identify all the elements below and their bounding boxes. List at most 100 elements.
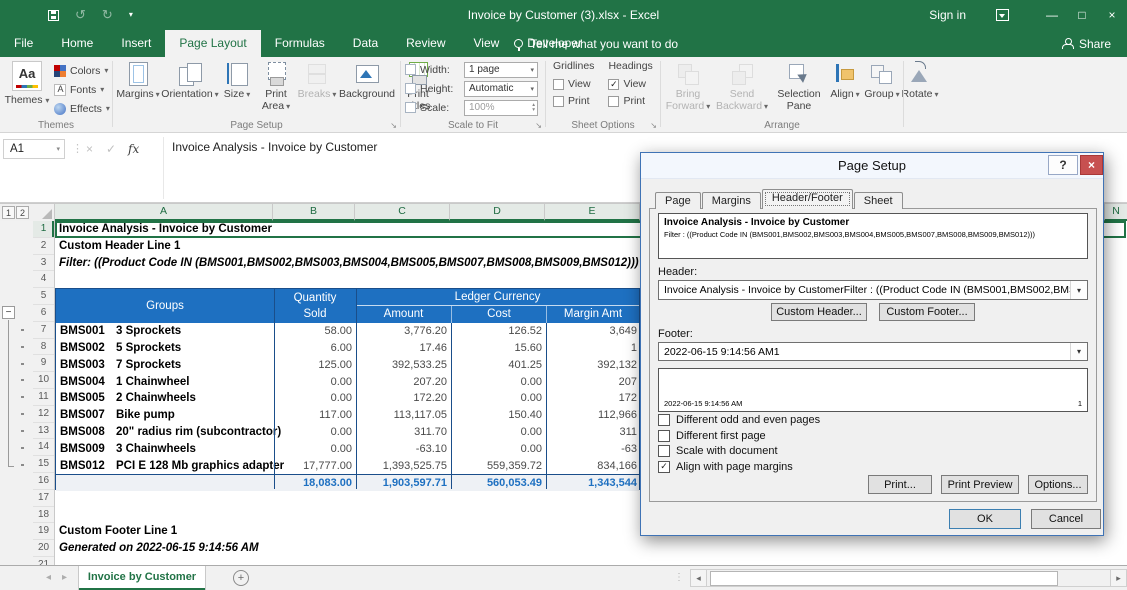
sheet-nav-right-icon[interactable]: ▸	[62, 566, 67, 589]
dialog-checkbox[interactable]: ✓ Different first page	[658, 430, 820, 442]
selection-pane-button[interactable]: Selection Pane▾	[771, 59, 827, 121]
dialog-help-button[interactable]: ?	[1048, 155, 1078, 175]
row-header[interactable]: 17	[33, 490, 54, 507]
scale-to-fit-launcher-icon[interactable]: ↘	[535, 122, 542, 130]
sheet-options-launcher-icon[interactable]: ↘	[650, 122, 657, 130]
chevron-down-icon[interactable]: ▾	[530, 85, 537, 93]
chevron-down-icon[interactable]: ▾	[1070, 343, 1087, 360]
view-checkbox[interactable]: ✓ View	[553, 78, 594, 90]
table-row[interactable]: BMS0013 Sprockets 58.00 3,776.20 126.52 …	[56, 323, 639, 340]
row-header[interactable]: 13	[33, 423, 54, 440]
field-input[interactable]: 100% ▾ ▴▾	[464, 100, 538, 116]
dialog-tab[interactable]: Margins	[702, 192, 761, 209]
dialog-checkbox[interactable]: ✓ Different odd and even pages	[658, 414, 820, 426]
row-header[interactable]: 19	[33, 523, 54, 540]
cell-a19[interactable]: Custom Footer Line 1	[59, 523, 177, 540]
maximize-button[interactable]: □	[1067, 0, 1097, 30]
dialog-tab[interactable]: Page	[655, 192, 701, 209]
view-checkbox[interactable]: ✓ View	[608, 78, 652, 90]
print-checkbox[interactable]: ✓ Print	[608, 95, 652, 107]
row-header[interactable]: 6	[33, 305, 54, 322]
new-sheet-button[interactable]: +	[233, 570, 249, 586]
row-header[interactable]: 7	[33, 322, 54, 339]
print-button[interactable]: Print...	[868, 475, 932, 494]
print-checkbox[interactable]: ✓ Print	[553, 95, 594, 107]
row-header[interactable]: 15	[33, 456, 54, 473]
close-button[interactable]: ×	[1097, 0, 1127, 30]
bring-forward-button[interactable]: Bring Forward▾	[663, 59, 713, 121]
row-header[interactable]: 11	[33, 389, 54, 406]
ribbon-tab[interactable]: Page Layout	[165, 30, 260, 57]
insert-function-icon[interactable]: fx	[128, 142, 139, 156]
sheet-tab[interactable]: Invoice by Customer	[78, 566, 206, 590]
dialog-close-button[interactable]: ×	[1080, 155, 1103, 175]
table-row[interactable]: BMS00820" radius rim (subcontractor) 0.0…	[56, 424, 639, 441]
ribbon-tab[interactable]: Insert	[107, 30, 165, 57]
breaks-button[interactable]: Breaks▾	[297, 59, 337, 121]
row-header[interactable]: 2	[33, 238, 54, 255]
row-header[interactable]: 18	[33, 507, 54, 524]
row-header[interactable]: 21	[33, 557, 54, 565]
group-button[interactable]: Group▾	[863, 59, 901, 121]
cancel-entry-icon[interactable]: ×	[86, 142, 93, 156]
tab-scroll-divider[interactable]: ⋮	[674, 566, 684, 589]
column-header[interactable]: C	[355, 204, 450, 221]
column-header[interactable]: B	[273, 204, 355, 221]
column-header[interactable]: E	[545, 204, 640, 221]
chevron-down-icon[interactable]: ▾	[530, 66, 537, 74]
scroll-right-icon[interactable]: ▸	[1110, 569, 1127, 587]
orientation-button[interactable]: Orientation▾	[161, 59, 219, 121]
enter-entry-icon[interactable]: ✓	[106, 142, 116, 156]
cell-a20[interactable]: Generated on 2022-06-15 9:14:56 AM	[59, 540, 259, 557]
spinner-icon[interactable]: ▴▾	[532, 103, 537, 113]
row-header[interactable]: 3	[33, 255, 54, 272]
table-row[interactable]: BMS0025 Sprockets 6.00 17.46 15.60 1	[56, 340, 639, 357]
page-setup-launcher-icon[interactable]: ↘	[390, 122, 397, 130]
print-area-button[interactable]: Print Area▾	[255, 59, 297, 121]
margins-button[interactable]: Margins▾	[115, 59, 161, 121]
table-row[interactable]: BMS0093 Chainwheels 0.00 -63.10 0.00 -63	[56, 441, 639, 458]
table-row[interactable]: BMS0041 Chainwheel 0.00 207.20 0.00 207	[56, 374, 639, 391]
row-header[interactable]: 1	[33, 221, 54, 238]
dialog-tab[interactable]: Sheet	[854, 192, 903, 209]
totals-row[interactable]: 18,083.00 1,903,597.71 560,053.49 1,343,…	[56, 474, 639, 491]
name-box[interactable]: A1 ▾	[3, 139, 65, 159]
custom-header-button[interactable]: Custom Header...	[771, 303, 867, 321]
row-header[interactable]: 12	[33, 406, 54, 423]
dialog-checkbox[interactable]: ✓ Align with page margins	[658, 461, 820, 473]
themes-button[interactable]: Aa Themes ▾	[4, 60, 50, 120]
field-input[interactable]: Automatic ▾ ▴▾	[464, 81, 538, 97]
field-input[interactable]: 1 page ▾ ▴▾	[464, 62, 538, 78]
ribbon-tab[interactable]: Data	[339, 30, 392, 57]
ok-button[interactable]: OK	[949, 509, 1021, 529]
chevron-down-icon[interactable]: ▾	[1070, 281, 1087, 299]
select-all-button[interactable]	[33, 204, 55, 221]
row-header[interactable]: 9	[33, 355, 54, 372]
dialog-titlebar[interactable]: Page Setup ? ×	[641, 153, 1103, 179]
cell-a1[interactable]: Invoice Analysis - Invoice by Customer	[59, 221, 272, 238]
cancel-button[interactable]: Cancel	[1031, 509, 1101, 529]
options-button[interactable]: Options...	[1028, 475, 1088, 494]
sign-in-link[interactable]: Sign in	[929, 8, 966, 22]
cell-a3[interactable]: Filter: ((Product Code IN (BMS001,BMS002…	[59, 255, 639, 272]
dialog-checkbox[interactable]: ✓ Scale with document	[658, 445, 820, 457]
send-backward-button[interactable]: Send Backward▾	[713, 59, 771, 121]
row-header[interactable]: 16	[33, 473, 54, 490]
ribbon-tab[interactable]: View	[460, 30, 514, 57]
align-button[interactable]: Align▾	[827, 59, 863, 121]
share-button[interactable]: Share	[1052, 30, 1121, 57]
rotate-button[interactable]: Rotate▾	[901, 59, 939, 121]
background-button[interactable]: Background▾	[337, 59, 397, 121]
table-row[interactable]: BMS0052 Chainwheels 0.00 172.20 0.00 172	[56, 390, 639, 407]
row-header[interactable]: 20	[33, 540, 54, 557]
tell-me-box[interactable]: Tell me what you want to do	[514, 30, 678, 57]
cell-a2[interactable]: Custom Header Line 1	[59, 238, 180, 255]
print-preview-button[interactable]: Print Preview	[941, 475, 1019, 494]
horizontal-scrollbar[interactable]: ◂ ▸	[690, 569, 1127, 587]
column-header[interactable]: A	[55, 204, 273, 221]
chevron-down-icon[interactable]: ▾	[56, 145, 64, 153]
fonts-button[interactable]: Fonts ▾	[52, 81, 112, 98]
table-row[interactable]: BMS007Bike pump 117.00 113,117.05 150.40…	[56, 407, 639, 424]
table-row[interactable]: BMS012PCI E 128 Mb graphics adapter 17,7…	[56, 458, 639, 475]
size-button[interactable]: Size▾	[219, 59, 255, 121]
